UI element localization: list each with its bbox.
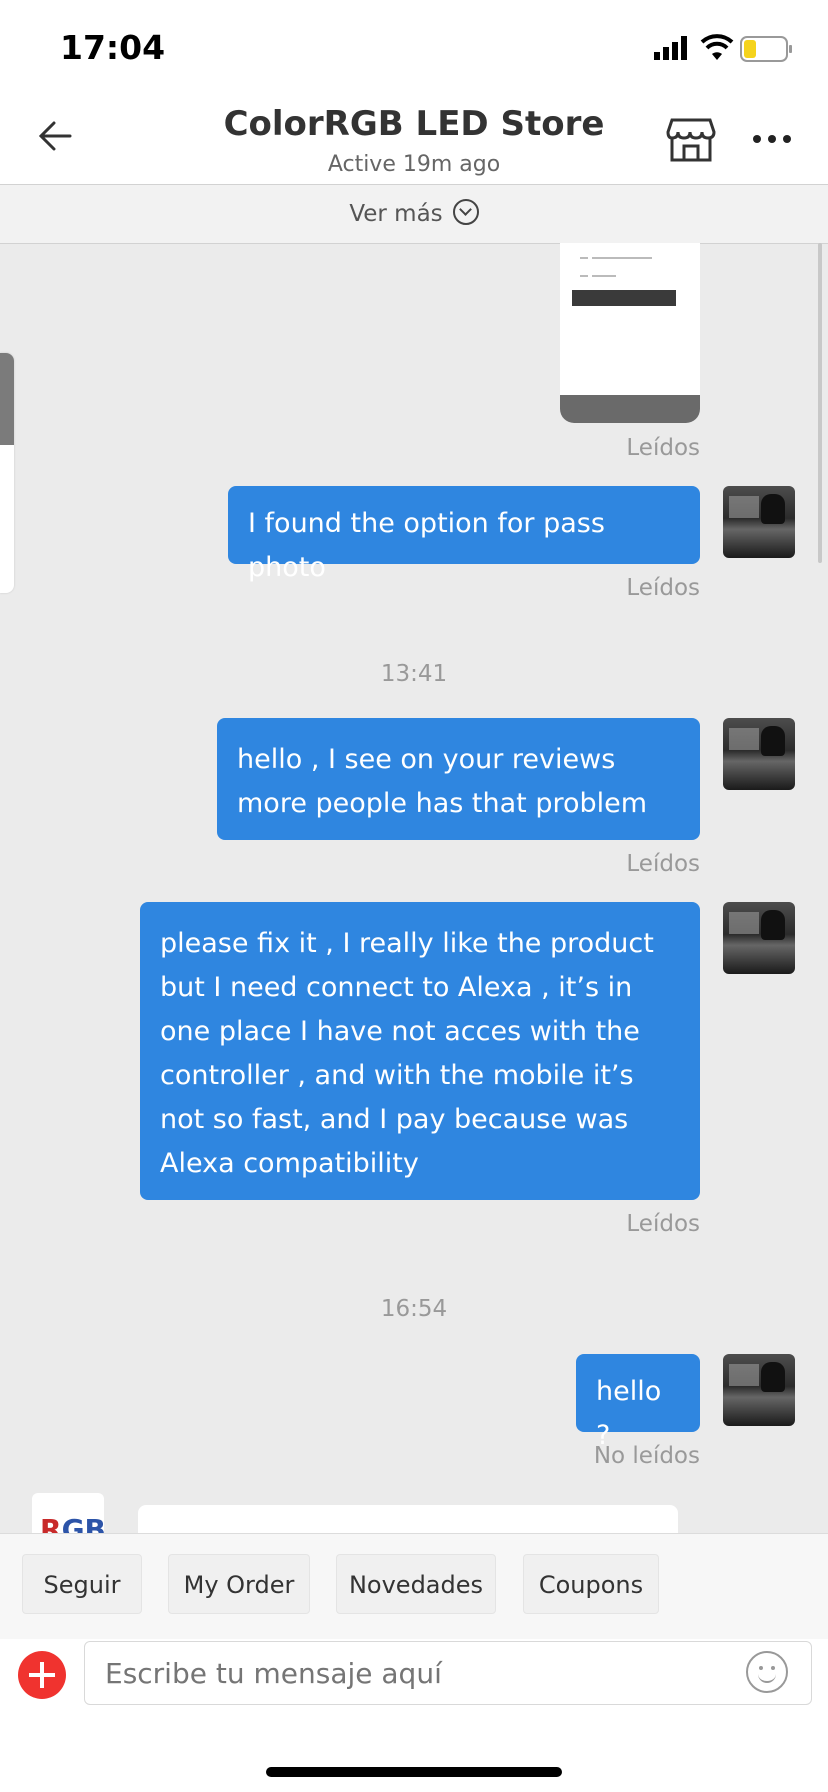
more-options-icon[interactable] <box>752 132 792 146</box>
outgoing-message[interactable]: I found the option for pass photo <box>228 486 700 583</box>
quick-actions-bar: Seguir My Order Novedades Coupons <box>0 1533 828 1640</box>
chat-thread[interactable]: Leídos I found the option for pass photo… <box>0 243 828 1533</box>
outgoing-message[interactable]: hello ? <box>576 1354 700 1451</box>
message-text: please fix it , I really like the produc… <box>160 928 654 1179</box>
outgoing-message[interactable]: please fix it , I really like the produc… <box>140 902 700 1200</box>
timestamp: 16:54 <box>380 1296 448 1322</box>
read-status: No leídos <box>593 1443 700 1469</box>
read-status: Leídos <box>626 435 700 461</box>
message-text: hello , I see on your reviews more peopl… <box>237 744 648 819</box>
read-status: Leídos <box>626 851 700 877</box>
message-input[interactable] <box>84 1641 812 1705</box>
follow-button[interactable]: Seguir <box>22 1554 142 1614</box>
see-more-bar[interactable]: Ver más <box>0 184 828 244</box>
user-avatar[interactable] <box>723 902 795 974</box>
add-attachment-icon[interactable] <box>18 1651 66 1699</box>
status-time: 17:04 <box>60 28 166 67</box>
image-message-thumbnail[interactable] <box>560 243 700 423</box>
my-order-button[interactable]: My Order <box>168 1554 310 1614</box>
user-avatar[interactable] <box>723 1354 795 1426</box>
read-status: Leídos <box>626 1211 700 1237</box>
store-logo: RGB <box>40 1513 106 1533</box>
message-text: hello ? <box>596 1376 662 1451</box>
chevron-down-icon <box>452 198 479 225</box>
chat-header: ColorRGB LED Store Active 19m ago <box>0 96 828 184</box>
store-avatar[interactable]: RGB <box>32 1493 106 1533</box>
news-button[interactable]: Novedades <box>336 1554 496 1614</box>
signal-icon <box>654 36 687 60</box>
home-indicator[interactable] <box>266 1767 562 1777</box>
wifi-icon <box>700 34 734 60</box>
user-avatar[interactable] <box>723 718 795 790</box>
scrollbar[interactable] <box>818 243 822 563</box>
message-text: I found the option for pass photo <box>248 508 605 583</box>
home-area <box>0 1717 828 1792</box>
incoming-message[interactable] <box>138 1505 678 1533</box>
battery-icon <box>740 36 792 62</box>
outgoing-message[interactable]: hello , I see on your reviews more peopl… <box>217 718 700 840</box>
read-status: Leídos <box>626 575 700 601</box>
timestamp: 13:41 <box>380 661 448 687</box>
status-bar: 17:04 <box>0 0 828 96</box>
coupons-button[interactable]: Coupons <box>523 1554 659 1614</box>
emoji-icon[interactable] <box>746 1651 788 1693</box>
store-icon[interactable] <box>666 116 716 164</box>
see-more-label: Ver más <box>349 201 443 227</box>
message-composer <box>0 1639 828 1717</box>
user-avatar[interactable] <box>723 486 795 558</box>
side-drawer-handle[interactable] <box>0 353 14 593</box>
